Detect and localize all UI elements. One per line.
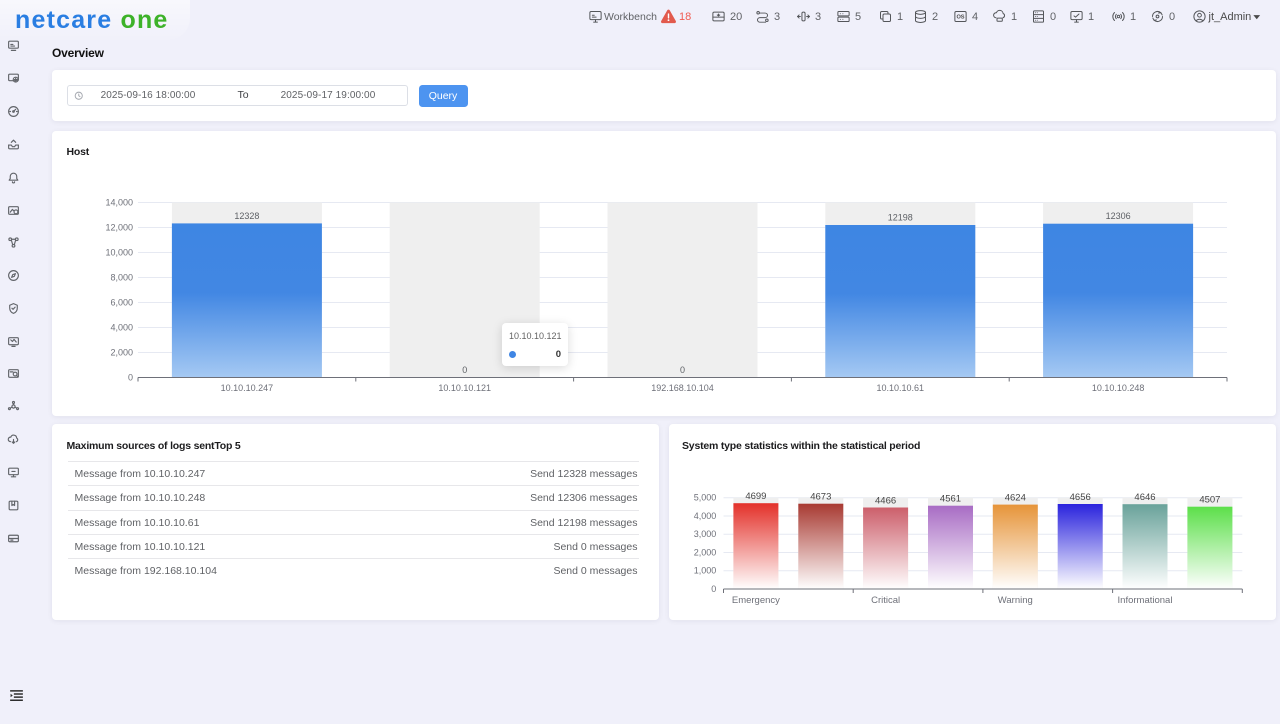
svg-text:14,000: 14,000 <box>105 197 133 207</box>
svg-text:2,000: 2,000 <box>110 347 133 357</box>
svg-text:12198: 12198 <box>888 212 913 222</box>
svg-text:4624: 4624 <box>1004 493 1025 504</box>
svg-text:0: 0 <box>462 365 467 375</box>
svg-text:12,000: 12,000 <box>105 222 133 232</box>
svg-text:192.168.10.104: 192.168.10.104 <box>651 383 714 393</box>
svg-text:4646: 4646 <box>1134 492 1155 503</box>
svg-text:4,000: 4,000 <box>693 511 716 521</box>
svg-text:4699: 4699 <box>745 491 766 502</box>
svg-text:4466: 4466 <box>875 496 896 507</box>
svg-text:6,000: 6,000 <box>110 297 133 307</box>
svg-text:0: 0 <box>680 365 685 375</box>
svg-text:Critical: Critical <box>871 595 900 606</box>
svg-text:10.10.10.61: 10.10.10.61 <box>877 383 925 393</box>
svg-text:10.10.10.248: 10.10.10.248 <box>1092 383 1145 393</box>
svg-text:4656: 4656 <box>1069 492 1090 503</box>
svg-text:Warning: Warning <box>997 595 1032 606</box>
svg-text:4561: 4561 <box>939 494 960 505</box>
svg-text:Emergency: Emergency <box>731 595 779 606</box>
svg-text:10.10.10.121: 10.10.10.121 <box>438 383 491 393</box>
svg-text:4,000: 4,000 <box>110 322 133 332</box>
svg-text:1,000: 1,000 <box>693 566 716 576</box>
svg-text:Informational: Informational <box>1117 595 1172 606</box>
svg-text:10,000: 10,000 <box>105 247 133 257</box>
svg-text:4673: 4673 <box>810 492 831 503</box>
svg-text:12328: 12328 <box>234 210 259 220</box>
svg-text:8,000: 8,000 <box>110 272 133 282</box>
svg-text:5,000: 5,000 <box>693 493 716 503</box>
svg-text:0: 0 <box>711 584 716 594</box>
svg-text:3,000: 3,000 <box>693 529 716 539</box>
svg-text:OS: OS <box>956 15 964 21</box>
svg-text:0: 0 <box>128 372 133 382</box>
svg-text:4507: 4507 <box>1199 495 1220 506</box>
svg-text:2,000: 2,000 <box>693 548 716 558</box>
svg-text:10.10.10.247: 10.10.10.247 <box>221 383 274 393</box>
svg-text:12306: 12306 <box>1106 211 1131 221</box>
